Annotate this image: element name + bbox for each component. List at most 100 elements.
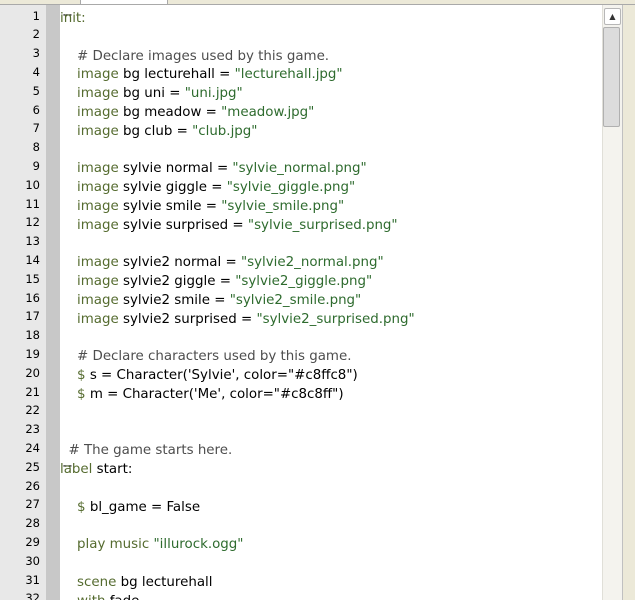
code-line[interactable] bbox=[60, 29, 602, 48]
code-line[interactable]: image sylvie2 giggle = "sylvie2_giggle.p… bbox=[60, 273, 602, 292]
line-number: 11 bbox=[25, 196, 40, 211]
line-number: 9 bbox=[32, 158, 40, 173]
code-token: fade bbox=[105, 594, 140, 600]
code-line[interactable]: $ s = Character('Sylvie', color="#c8ffc8… bbox=[60, 367, 602, 386]
line-number: 18 bbox=[25, 328, 40, 343]
code-line[interactable]: scene bg lecturehall bbox=[60, 574, 602, 593]
code-line[interactable]: with fade bbox=[60, 593, 602, 600]
string-token: "club.jpg" bbox=[192, 123, 258, 139]
line-number: 25 bbox=[25, 459, 40, 474]
active-tab-edge[interactable] bbox=[80, 0, 168, 4]
code-line[interactable]: image sylvie2 surprised = "sylvie2_surpr… bbox=[60, 311, 602, 330]
keyword-token: scene bbox=[77, 575, 117, 590]
comment-token: # Declare images used by this game. bbox=[60, 48, 330, 64]
line-number: 10 bbox=[25, 177, 40, 192]
keyword-token: init: bbox=[60, 11, 86, 26]
line-number: 20 bbox=[25, 365, 40, 380]
code-token: sylvie2 smile = bbox=[118, 293, 230, 308]
code-line[interactable]: image sylvie giggle = "sylvie_giggle.png… bbox=[60, 179, 602, 198]
string-token: "uni.jpg" bbox=[184, 86, 243, 102]
code-line[interactable]: play music "illurock.ogg" bbox=[60, 536, 602, 555]
line-number: 2 bbox=[32, 27, 40, 42]
code-line[interactable]: # Declare images used by this game. bbox=[60, 48, 602, 67]
code-line[interactable]: image sylvie surprised = "sylvie_surpris… bbox=[60, 217, 602, 236]
code-line[interactable] bbox=[60, 518, 602, 537]
code-token: bg uni = bbox=[118, 86, 185, 102]
line-number: 13 bbox=[25, 234, 40, 249]
string-token: "sylvie2_giggle.png" bbox=[235, 274, 373, 290]
code-token: m = Character('Me', color="#c8c8ff") bbox=[85, 387, 344, 402]
code-token: sylvie2 giggle = bbox=[118, 274, 236, 290]
code-token: bg lecturehall bbox=[116, 575, 213, 590]
line-number: 12 bbox=[25, 215, 40, 230]
code-line[interactable]: image bg lecturehall = "lecturehall.jpg" bbox=[60, 66, 602, 85]
keyword-token: image bbox=[77, 274, 119, 290]
code-editor[interactable]: 1 2 3 4 5 6 7 8 9 10 11 12 13 14 15 16 17 18 19 20 21 22 23 24 2… bbox=[0, 0, 635, 600]
line-number: 29 bbox=[25, 534, 40, 549]
code-line[interactable] bbox=[60, 330, 602, 349]
scrollbar-thumb[interactable] bbox=[603, 27, 620, 127]
code-token: start: bbox=[92, 462, 133, 478]
keyword-token: image bbox=[77, 199, 119, 214]
keyword-token: image bbox=[77, 217, 119, 233]
string-token: "illurock.ogg" bbox=[153, 537, 244, 553]
line-number: 21 bbox=[25, 384, 40, 399]
code-line[interactable]: label start: bbox=[60, 461, 602, 480]
line-number: 31 bbox=[25, 572, 40, 587]
code-line[interactable] bbox=[60, 405, 602, 424]
line-number: 19 bbox=[25, 346, 40, 361]
line-number: 5 bbox=[32, 83, 40, 98]
keyword-token: image bbox=[77, 293, 119, 308]
code-line[interactable]: image sylvie normal = "sylvie_normal.png… bbox=[60, 160, 602, 179]
scroll-up-button[interactable]: ▲ bbox=[604, 8, 621, 25]
code-line[interactable] bbox=[60, 480, 602, 499]
code-token: sylvie2 normal = bbox=[118, 255, 241, 271]
code-line[interactable]: image bg uni = "uni.jpg" bbox=[60, 85, 602, 104]
keyword-token: play music bbox=[77, 537, 150, 553]
code-token: bg club = bbox=[118, 123, 193, 139]
code-line[interactable] bbox=[60, 424, 602, 443]
code-line[interactable]: $ bl_game = False bbox=[60, 499, 602, 518]
keyword-token: $ bbox=[77, 387, 86, 402]
line-number: 24 bbox=[25, 440, 40, 455]
comment-token: # The game starts here. bbox=[60, 443, 233, 459]
code-line[interactable]: image sylvie2 smile = "sylvie2_smile.png… bbox=[60, 292, 602, 311]
code-line[interactable] bbox=[60, 555, 602, 574]
line-number: 1 bbox=[32, 8, 40, 23]
code-line[interactable] bbox=[60, 142, 602, 161]
code-token: s = Character('Sylvie', color="#c8ffc8") bbox=[85, 368, 358, 384]
line-number: 15 bbox=[25, 271, 40, 286]
code-line[interactable]: image bg club = "club.jpg" bbox=[60, 123, 602, 142]
keyword-token: image bbox=[77, 161, 119, 177]
code-line[interactable]: # The game starts here. bbox=[60, 442, 602, 461]
keyword-token: image bbox=[77, 105, 119, 120]
code-line[interactable]: init: bbox=[60, 10, 602, 29]
code-area[interactable]: init: # Declare images used by this game… bbox=[60, 5, 602, 600]
code-token: sylvie surprised = bbox=[118, 217, 248, 233]
line-number: 4 bbox=[32, 64, 40, 79]
keyword-token: with bbox=[77, 594, 105, 600]
code-line[interactable]: $ m = Character('Me', color="#c8c8ff") bbox=[60, 386, 602, 405]
line-number: 14 bbox=[25, 252, 40, 267]
string-token: "sylvie_normal.png" bbox=[232, 161, 367, 177]
string-token: "sylvie_smile.png" bbox=[221, 199, 345, 214]
string-token: "sylvie_surprised.png" bbox=[247, 217, 398, 233]
code-line[interactable]: # Declare characters used by this game. bbox=[60, 348, 602, 367]
line-number: 22 bbox=[25, 403, 40, 418]
code-line[interactable]: image bg meadow = "meadow.jpg" bbox=[60, 104, 602, 123]
string-token: "sylvie2_normal.png" bbox=[240, 255, 384, 271]
code-line[interactable] bbox=[60, 236, 602, 255]
code-line[interactable]: image sylvie smile = "sylvie_smile.png" bbox=[60, 198, 602, 217]
string-token: "sylvie_giggle.png" bbox=[226, 180, 356, 196]
code-token: bg lecturehall = bbox=[118, 67, 235, 83]
line-number: 27 bbox=[25, 497, 40, 512]
code-line[interactable]: image sylvie2 normal = "sylvie2_normal.p… bbox=[60, 254, 602, 273]
